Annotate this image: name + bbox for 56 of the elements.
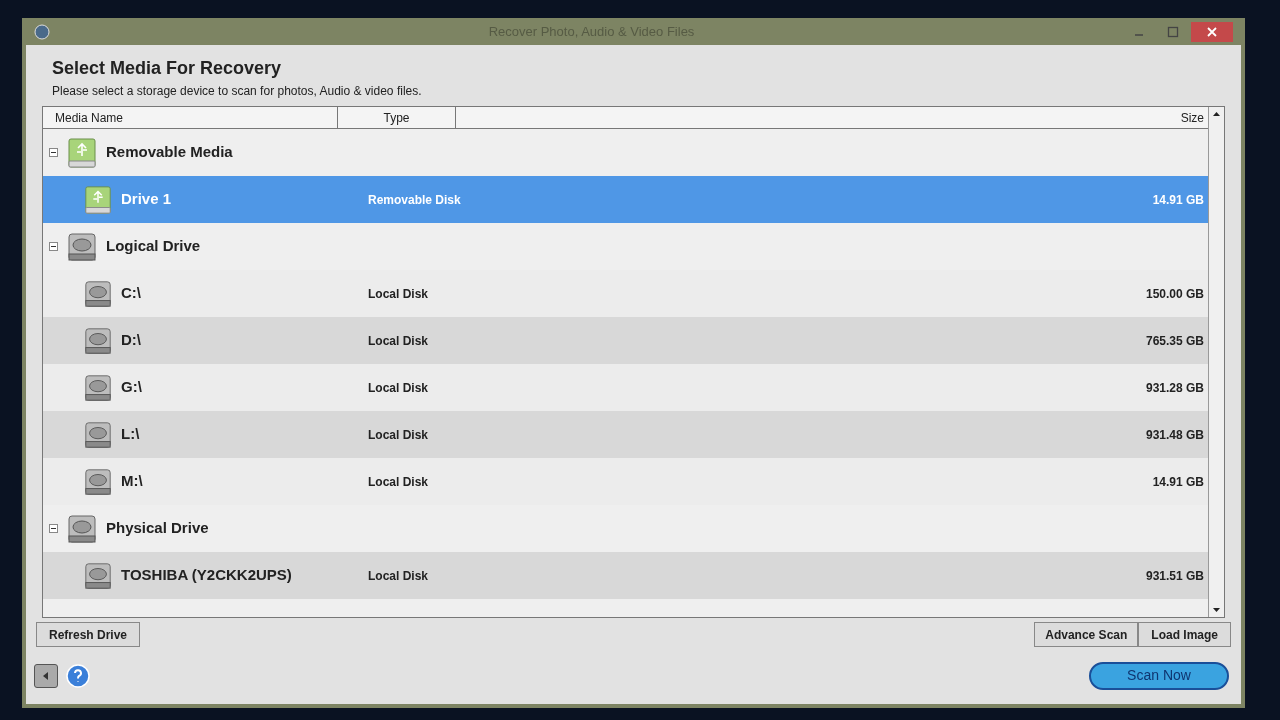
drive-name: D:\	[121, 330, 141, 351]
collapse-icon[interactable]	[49, 148, 58, 157]
hard-drive-icon	[83, 372, 113, 403]
page-title: Select Media For Recovery	[52, 57, 283, 80]
usb-drive-icon	[66, 136, 98, 169]
drive-row[interactable]: D:\ Local Disk 765.35 GB	[43, 317, 1208, 364]
drive-name: Drive 1	[121, 189, 172, 210]
drive-type: Local Disk	[367, 379, 430, 397]
column-header[interactable]: Type	[338, 107, 456, 128]
drive-type: Local Disk	[367, 285, 430, 303]
usb-drive-icon	[83, 184, 113, 215]
drive-size: 931.28 GB	[1144, 379, 1205, 397]
collapse-icon[interactable]	[49, 242, 58, 251]
hard-drive-icon	[83, 560, 113, 591]
maximize-icon[interactable]	[1167, 25, 1179, 38]
drive-type: Local Disk	[367, 473, 430, 491]
drive-size: 14.91 GB	[1151, 473, 1205, 491]
drive-type: Local Disk	[367, 426, 430, 444]
group-label[interactable]: Physical Drive	[106, 517, 209, 540]
drive-type: Removable Disk	[367, 191, 462, 209]
page-subtitle: Please select a storage device to scan for photos, Audio & video files.	[52, 83, 423, 100]
arrow-left-icon	[41, 670, 51, 681]
hard-drive-icon	[66, 230, 98, 263]
hard-drive-icon	[83, 419, 113, 450]
group-label[interactable]: Removable Media	[106, 141, 233, 164]
drive-type: Local Disk	[367, 567, 430, 585]
hard-drive-icon	[66, 512, 98, 545]
refresh-drive-button[interactable]: Refresh Drive	[36, 622, 141, 647]
drive-size: 931.48 GB	[1144, 426, 1205, 444]
load-image-button[interactable]: Load Image	[1138, 622, 1231, 647]
drive-name: G:\	[121, 377, 142, 398]
drive-row[interactable]: TOSHIBA (Y2CKK2UPS) Local Disk 931.51 GB	[43, 552, 1208, 599]
drive-name: L:\	[121, 424, 140, 445]
scan-now-button[interactable]: Scan Now	[1089, 661, 1229, 690]
drive-name: TOSHIBA (Y2CKK2UPS)	[121, 565, 292, 586]
column-header[interactable]: Size	[456, 107, 1208, 128]
back-button[interactable]	[34, 663, 58, 688]
advance-scan-button[interactable]: Advance Scan	[1034, 622, 1139, 647]
drive-size: 150.00 GB	[1144, 285, 1205, 303]
hard-drive-icon	[83, 466, 113, 497]
hard-drive-icon	[83, 278, 113, 309]
close-icon	[1207, 26, 1217, 37]
drive-type: Local Disk	[367, 332, 430, 350]
drive-name: C:\	[121, 283, 141, 304]
hard-drive-icon	[83, 325, 113, 356]
drive-size: 14.91 GB	[1151, 191, 1205, 209]
collapse-icon[interactable]	[49, 524, 58, 533]
drive-row[interactable]: L:\ Local Disk 931.48 GB	[43, 411, 1208, 458]
app-globe-icon	[34, 23, 50, 40]
drive-size: 931.51 GB	[1144, 567, 1205, 585]
group-label[interactable]: Logical Drive	[106, 235, 201, 258]
drive-size: 765.35 GB	[1144, 332, 1205, 350]
column-header[interactable]: Media Name	[43, 107, 338, 128]
drive-name: M:\	[121, 471, 143, 492]
close-button[interactable]	[1191, 21, 1233, 42]
help-icon[interactable]	[66, 663, 90, 688]
